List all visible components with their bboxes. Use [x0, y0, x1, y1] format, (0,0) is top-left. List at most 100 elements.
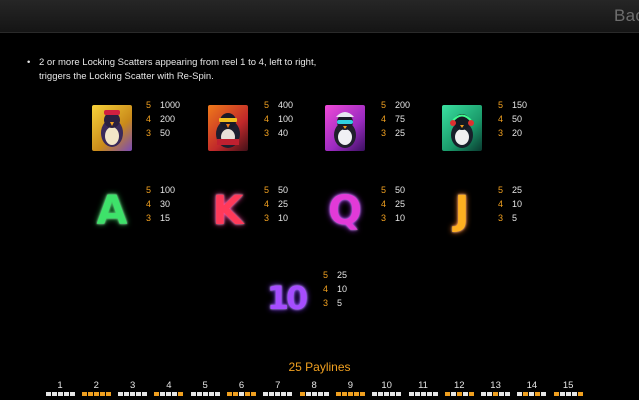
payline-cell	[462, 392, 468, 396]
payline-cell	[390, 392, 396, 396]
payline-7: 7	[262, 380, 294, 396]
pay-value: 30	[160, 199, 171, 209]
pay-row: 3 10	[381, 211, 405, 225]
payline-12: 12	[443, 380, 475, 396]
penguin-pink-icon	[325, 105, 365, 151]
payline-cell	[245, 392, 250, 396]
top-bar: Back	[0, 0, 639, 33]
payline-4: 4	[153, 380, 185, 396]
pay-row: 4 25	[381, 197, 405, 211]
pay-value: 10	[337, 284, 348, 294]
pay-row: 3 10	[264, 211, 288, 225]
pay-row: 5 100	[146, 183, 175, 197]
pay-count: 3	[146, 213, 152, 223]
payline-grid	[298, 392, 330, 396]
pay-row: 3 50	[146, 126, 180, 140]
payline-cell	[317, 392, 323, 396]
paytable-number-10: 5 25 4 10 35	[323, 268, 347, 310]
payline-grid	[44, 392, 76, 396]
payline-number: 10	[381, 380, 392, 391]
pay-value: 200	[395, 100, 411, 110]
payline-cell	[136, 392, 142, 396]
payline-cell	[166, 392, 172, 396]
penguin-gold-icon	[92, 105, 132, 151]
pay-count: 3	[323, 298, 329, 308]
symbol-letter-j: J	[442, 188, 482, 234]
paytable-penguin-gold: 5 1000 4 200 3 50	[146, 98, 180, 140]
payline-cell	[571, 392, 577, 396]
payline-number: 6	[238, 380, 245, 391]
payline-grid	[371, 392, 403, 396]
payline-11: 11	[407, 380, 439, 396]
paytable-letter-k: 5 50 4 25 3 10	[264, 183, 288, 225]
payline-grid	[552, 392, 584, 396]
payline-cell	[353, 392, 359, 396]
payline-grid	[443, 392, 475, 396]
payline-cell	[523, 392, 529, 396]
payline-cell	[299, 392, 305, 396]
pay-count: 5	[264, 100, 270, 110]
payline-cell	[214, 392, 220, 396]
pay-row: 4 30	[146, 197, 175, 211]
payline-grid	[153, 392, 185, 396]
payline-cell	[263, 392, 269, 396]
penguin-headphones-icon	[442, 105, 482, 151]
pay-row: 5 25	[323, 268, 347, 282]
payline-grid	[334, 392, 366, 396]
payline-number: 9	[347, 380, 354, 391]
pay-value: 25	[395, 128, 406, 138]
letter-q-icon: Q	[327, 188, 362, 234]
payline-13: 13	[480, 380, 512, 396]
payline-cell	[396, 392, 402, 396]
payline-cell	[208, 392, 214, 396]
payline-number: 1	[57, 380, 63, 391]
payline-cell	[281, 392, 287, 396]
payline-cell	[118, 392, 124, 396]
pay-row: 5 50	[381, 183, 405, 197]
payline-cell	[426, 392, 432, 396]
pay-count: 5	[146, 185, 152, 195]
symbol-number-10: 10	[266, 275, 309, 321]
pay-row: 5 200	[381, 98, 410, 112]
payline-cell	[130, 392, 136, 396]
payline-cell	[378, 392, 384, 396]
payline-cell	[251, 392, 256, 396]
payline-1: 1	[44, 380, 76, 396]
number-10-icon: 10	[266, 279, 309, 317]
pay-row: 5 25	[498, 183, 522, 197]
payline-cell	[505, 392, 511, 396]
pay-row: 4 10	[498, 197, 522, 211]
payline-6: 6	[226, 380, 258, 396]
back-button[interactable]: Back	[614, 6, 639, 26]
payline-cell	[57, 392, 63, 396]
payline-8: 8	[298, 380, 330, 396]
penguin-red-icon	[208, 105, 248, 151]
payline-cell	[93, 392, 99, 396]
payline-grid	[117, 392, 149, 396]
payline-number: 4	[166, 380, 172, 391]
pay-row: 5 50	[264, 183, 288, 197]
pay-count: 3	[264, 213, 270, 223]
payline-number: 2	[93, 380, 99, 391]
payline-cell	[154, 392, 160, 396]
payline-grid	[262, 392, 294, 396]
payline-cell	[456, 392, 462, 396]
payline-grid	[226, 392, 258, 396]
paylines-title: 25 Paylines	[288, 360, 351, 374]
payline-10: 10	[371, 380, 403, 396]
payline-cell	[233, 392, 238, 396]
payline-cell	[172, 392, 178, 396]
pay-value: 50	[512, 114, 523, 124]
payline-cell	[323, 392, 329, 396]
payline-cell	[384, 392, 390, 396]
pay-count: 3	[146, 128, 152, 138]
payline-cell	[335, 392, 341, 396]
payline-cell	[105, 392, 111, 396]
payline-cell	[196, 392, 202, 396]
pay-value: 50	[395, 185, 406, 195]
payline-cell	[541, 392, 547, 396]
symbol-letter-q: Q	[325, 188, 365, 234]
payline-cell	[227, 392, 232, 396]
payline-cell	[493, 392, 499, 396]
payline-grid	[189, 392, 221, 396]
